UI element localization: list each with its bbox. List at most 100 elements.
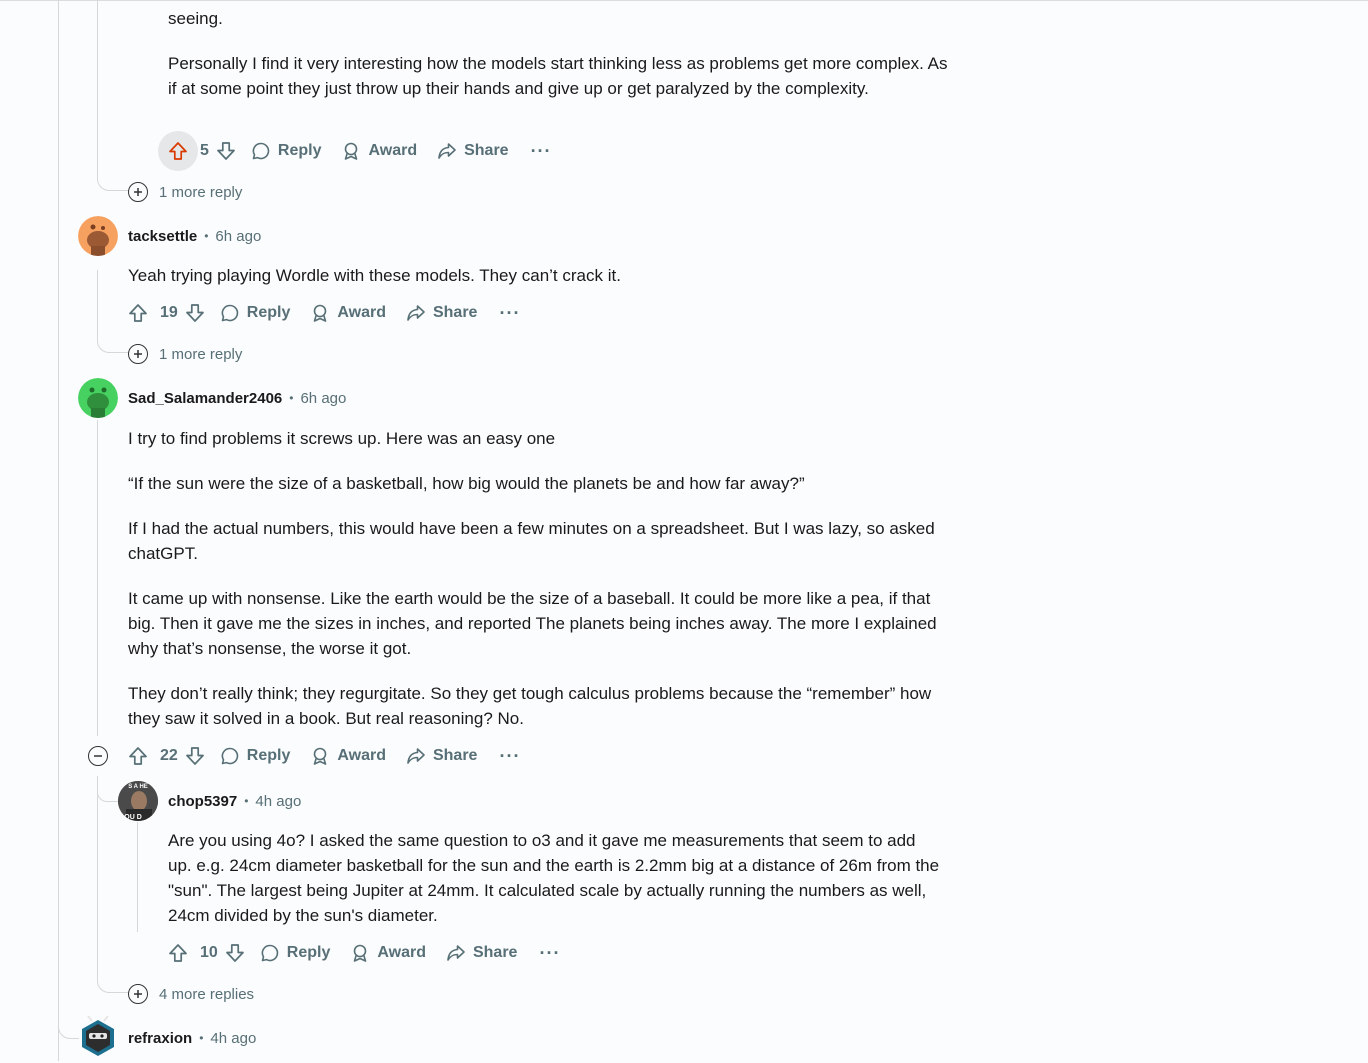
comment-text: Yeah trying playing Wordle with these mo… <box>128 266 621 285</box>
reply-label: Reply <box>246 304 291 321</box>
reply-button[interactable]: Reply <box>250 933 341 973</box>
downvote-icon <box>217 142 235 160</box>
share-label: Share <box>472 944 518 961</box>
upvote-icon <box>169 142 187 160</box>
more-replies-link[interactable]: 4 more replies <box>128 982 254 1006</box>
share-label: Share <box>464 142 509 159</box>
photo-avatar-icon: S A HE OU D <box>118 781 158 821</box>
comment-text: It came up with nonsense. Like the earth… <box>128 589 937 658</box>
comment-text: Are you using 4o? I asked the same quest… <box>168 831 940 925</box>
comment-meta: tacksettle • 6h ago <box>128 224 261 248</box>
more-replies-link[interactable]: 1 more reply <box>128 180 242 204</box>
upvote-icon <box>169 944 187 962</box>
downvote-button[interactable] <box>220 933 250 973</box>
downvote-button[interactable] <box>180 293 210 333</box>
timestamp[interactable]: 6h ago <box>215 228 261 245</box>
upvote-button[interactable] <box>158 933 198 973</box>
comment-text: I try to find problems it screws up. Her… <box>128 429 556 448</box>
share-button[interactable]: Share <box>427 131 518 171</box>
avatar[interactable] <box>78 216 118 256</box>
share-button[interactable]: Share <box>396 736 487 776</box>
comment-bubble-icon <box>221 304 239 322</box>
snoo-avatar-icon <box>78 378 118 418</box>
thread-line-comment3-top <box>97 420 98 736</box>
more-options-icon: ··· <box>539 942 561 963</box>
snoo-avatar-icon <box>78 216 118 256</box>
upvote-button[interactable] <box>118 293 158 333</box>
reply-button[interactable]: Reply <box>210 293 301 333</box>
reply-label: Reply <box>277 142 322 159</box>
award-button[interactable]: Award <box>300 293 396 333</box>
more-options-button[interactable]: ··· <box>487 736 532 776</box>
vote-score: 5 <box>200 142 209 159</box>
upvote-button[interactable] <box>118 736 158 776</box>
separator-dot: • <box>289 391 294 405</box>
more-replies-label: 1 more reply <box>159 183 243 201</box>
timestamp[interactable]: 6h ago <box>300 390 346 407</box>
downvote-button[interactable] <box>180 736 210 776</box>
ninja-avatar-icon <box>82 1015 114 1056</box>
award-label: Award <box>337 747 386 764</box>
more-options-button[interactable]: ··· <box>487 293 532 333</box>
award-button[interactable]: Award <box>300 736 396 776</box>
award-icon <box>354 944 367 962</box>
plus-circle-icon <box>128 984 148 1004</box>
comment-meta: chop5397 • 4h ago <box>168 789 301 813</box>
share-icon <box>407 748 425 764</box>
comment-text: seeing. <box>168 9 223 28</box>
reply-button[interactable]: Reply <box>210 736 301 776</box>
more-options-icon: ··· <box>499 302 521 323</box>
more-replies-label: 1 more reply <box>159 345 243 363</box>
award-label: Award <box>368 142 418 159</box>
downvote-button[interactable] <box>211 131 241 171</box>
share-label: Share <box>432 747 478 764</box>
avatar[interactable] <box>78 1015 118 1056</box>
thread-line-comment1 <box>97 0 128 191</box>
more-replies-link[interactable]: 1 more reply <box>128 342 242 366</box>
collapse-thread-button[interactable] <box>88 746 108 766</box>
timestamp[interactable]: 4h ago <box>210 1030 256 1047</box>
share-label: Share <box>432 304 478 321</box>
upvote-button[interactable] <box>158 131 198 171</box>
comment-meta: Sad_Salamander2406 • 6h ago <box>128 386 346 410</box>
vote-score: 22 <box>160 747 178 764</box>
award-label: Award <box>337 304 386 321</box>
author-name[interactable]: chop5397 <box>168 793 237 810</box>
vote-score: 19 <box>160 304 178 321</box>
upvote-icon <box>129 304 147 322</box>
timestamp[interactable]: 4h ago <box>255 793 301 810</box>
more-options-button[interactable]: ··· <box>519 131 564 171</box>
reply-button[interactable]: Reply <box>241 131 332 171</box>
thread-line-root <box>58 0 59 1061</box>
award-label: Award <box>377 944 426 961</box>
share-button[interactable]: Share <box>436 933 527 973</box>
author-name[interactable]: tacksettle <box>128 228 197 245</box>
upvote-icon <box>129 747 147 765</box>
separator-dot: • <box>204 229 209 243</box>
comment-actions: 10 Reply Award Share ··· <box>158 933 572 973</box>
author-name[interactable]: refraxion <box>128 1030 192 1047</box>
vote-score: 10 <box>200 944 218 961</box>
share-button[interactable]: Share <box>396 293 487 333</box>
separator-dot: • <box>244 794 249 808</box>
comment-text: If I had the actual numbers, this would … <box>128 519 935 563</box>
comment-text: They don’t really think; they regurgitat… <box>128 684 932 728</box>
reply-label: Reply <box>246 747 291 764</box>
author-name[interactable]: Sad_Salamander2406 <box>128 390 282 407</box>
avatar[interactable]: S A HE OU D <box>118 781 158 821</box>
more-options-icon: ··· <box>499 745 521 766</box>
avatar[interactable] <box>78 378 118 418</box>
award-icon <box>345 142 358 160</box>
award-button[interactable]: Award <box>340 933 436 973</box>
thread-line-comment4 <box>137 822 138 932</box>
more-replies-label: 4 more replies <box>159 985 255 1003</box>
share-icon <box>438 143 456 159</box>
downvote-icon <box>185 747 204 765</box>
comment-text: “If the sun were the size of a basketbal… <box>128 474 805 493</box>
more-options-button[interactable]: ··· <box>527 933 572 973</box>
award-icon <box>314 304 327 322</box>
downvote-icon <box>185 304 204 322</box>
comment-text: Personally I find it very interesting ho… <box>168 54 948 98</box>
award-button[interactable]: Award <box>331 131 427 171</box>
thread-line-reply-connector <box>97 776 118 802</box>
